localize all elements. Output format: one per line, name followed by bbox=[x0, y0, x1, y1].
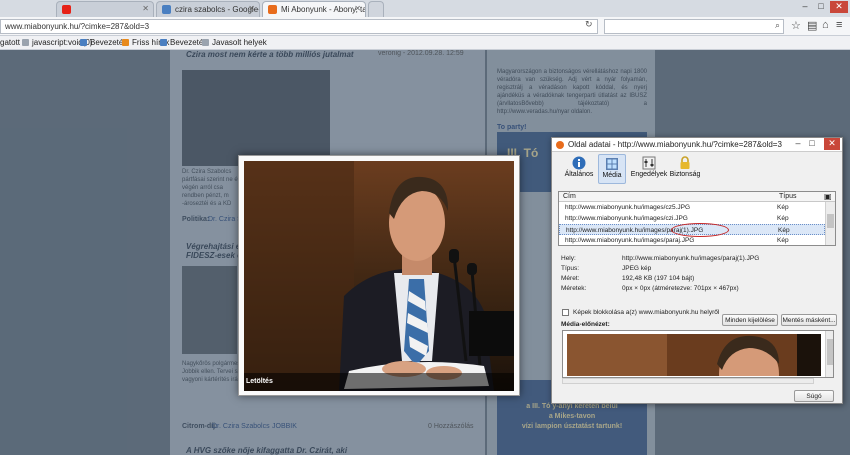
tab-security[interactable]: Biztonság bbox=[668, 154, 702, 184]
media-address: http://www.miabonyunk.hu/images/czi.JPG bbox=[565, 215, 688, 222]
media-type: Kép bbox=[777, 215, 789, 222]
close-dialog-icon[interactable]: ✕ bbox=[824, 138, 840, 150]
tab-label: Általános bbox=[564, 171, 594, 178]
search-icon[interactable]: ⌕ bbox=[775, 20, 780, 31]
help-button[interactable]: Súgó bbox=[794, 390, 834, 402]
media-address: http://www.miabonyunk.hu/images/paraj.JP… bbox=[565, 237, 695, 244]
bookmark-item[interactable]: gatott bbox=[0, 38, 20, 47]
tab-strip: ✕ czira szabolcs - Google-keresés ✕ Mi A… bbox=[0, 0, 850, 17]
search-input[interactable]: ⌕ bbox=[604, 19, 784, 34]
page-icon bbox=[202, 39, 209, 46]
scrollbar-thumb[interactable] bbox=[827, 214, 834, 228]
media-address: http://www.miabonyunk.hu/images/cz5.JPG bbox=[565, 204, 691, 211]
tab-label: Média bbox=[602, 172, 622, 179]
tab-label: Engedélyek bbox=[630, 171, 668, 178]
size-label: Méret: bbox=[561, 275, 580, 282]
bookmark-item[interactable]: Javasolt helyek bbox=[202, 38, 267, 47]
url-text: www.miabonyunk.hu/?cimke=287&old=3 bbox=[5, 22, 150, 31]
tab-general[interactable]: Általános bbox=[562, 154, 596, 184]
minimize-icon[interactable]: – bbox=[798, 1, 812, 13]
size-value: 192,48 KB (197 104 bájt) bbox=[622, 275, 695, 282]
media-icon bbox=[606, 158, 618, 170]
google-icon bbox=[162, 5, 171, 14]
media-list-header: Cím Típus ▣ bbox=[559, 192, 835, 202]
new-tab-button[interactable] bbox=[368, 1, 384, 17]
type-value: JPEG kép bbox=[622, 265, 652, 272]
tab-label: Mi Abonyunk - Abony, tabul... bbox=[281, 5, 365, 14]
media-type: Kép bbox=[777, 237, 789, 244]
tab-permissions[interactable]: Engedélyek bbox=[630, 154, 668, 184]
tab-label: Biztonság bbox=[669, 171, 701, 178]
firefox-icon bbox=[556, 141, 564, 149]
page-icon bbox=[160, 39, 167, 46]
bookmarks-icon[interactable]: ▤ bbox=[807, 19, 817, 32]
select-all-button[interactable]: Minden kijelölése bbox=[722, 314, 778, 326]
column-type[interactable]: Típus bbox=[779, 193, 797, 200]
media-list[interactable]: Cím Típus ▣ http://www.miabonyunk.hu/ima… bbox=[558, 191, 836, 246]
photo-man-reading bbox=[244, 161, 514, 391]
media-list-scrollbar[interactable] bbox=[825, 202, 835, 245]
url-bar[interactable]: www.miabonyunk.hu/?cimke=287&old=3 bbox=[0, 19, 598, 34]
block-images-checkbox[interactable] bbox=[562, 309, 569, 316]
tab-media[interactable]: Média bbox=[598, 154, 626, 184]
close-icon[interactable]: ✕ bbox=[354, 4, 361, 13]
bookmarks-bar: gatott javascript:void(0) Bevezetés Fris… bbox=[0, 36, 850, 50]
page-info-dialog: Oldal adatai - http://www.miabonyunk.hu/… bbox=[551, 137, 843, 404]
location-value: http://www.miabonyunk.hu/images/paraj(1)… bbox=[622, 255, 760, 262]
download-link[interactable]: Letöltés bbox=[246, 378, 273, 385]
miabonyunk-icon bbox=[268, 5, 277, 14]
media-type: Kép bbox=[778, 227, 790, 234]
reload-icon[interactable]: ↻ bbox=[585, 19, 593, 30]
media-row[interactable]: http://www.miabonyunk.hu/images/cz5.JPG … bbox=[559, 202, 825, 213]
tab-miabonyunk[interactable]: Mi Abonyunk - Abony, tabul... ✕ bbox=[262, 1, 366, 17]
block-images-label[interactable]: Képek blokkolása a(z) www.miabonyunk.hu … bbox=[573, 309, 719, 316]
star-icon[interactable]: ☆ bbox=[791, 19, 801, 32]
dialog-titlebar[interactable]: Oldal adatai - http://www.miabonyunk.hu/… bbox=[552, 138, 842, 152]
dialog-title: Oldal adatai - http://www.miabonyunk.hu/… bbox=[568, 140, 782, 149]
dialog-toolbar: Általános Média Engedélyek Biztonság bbox=[552, 152, 842, 186]
minimize-icon[interactable]: – bbox=[792, 138, 804, 148]
nav-bar: www.miabonyunk.hu/?cimke=287&old=3 ↻ ⌕ ☆… bbox=[0, 17, 850, 36]
youtube-icon bbox=[62, 5, 71, 14]
column-address[interactable]: Cím bbox=[563, 193, 576, 200]
save-as-button[interactable]: Mentés másként... bbox=[781, 314, 837, 326]
rss-icon bbox=[122, 39, 129, 46]
page-icon bbox=[22, 39, 29, 46]
preview-label: Média-előnézet: bbox=[561, 321, 610, 328]
menu-icon[interactable]: ≡ bbox=[836, 19, 842, 31]
bookmark-label: Javasolt helyek bbox=[212, 38, 267, 47]
home-icon[interactable]: ⌂ bbox=[822, 19, 829, 31]
maximize-icon[interactable]: □ bbox=[814, 1, 828, 13]
info-icon bbox=[572, 156, 586, 170]
dimensions-value: 0px × 0px (átméretezve: 701px × 467px) bbox=[622, 285, 739, 292]
type-label: Típus: bbox=[561, 265, 580, 272]
permissions-icon bbox=[642, 156, 656, 170]
close-window-icon[interactable]: ✕ bbox=[830, 1, 848, 13]
dimensions-label: Méretek: bbox=[561, 285, 587, 292]
lock-icon bbox=[680, 156, 690, 169]
media-preview bbox=[562, 330, 834, 378]
preview-horizontal-scrollbar[interactable] bbox=[562, 378, 814, 384]
preview-image bbox=[567, 334, 821, 376]
lightbox-image[interactable]: Letöltés bbox=[238, 155, 520, 396]
column-picker-icon[interactable]: ▣ bbox=[824, 192, 832, 201]
media-type: Kép bbox=[777, 204, 789, 211]
bookmark-item[interactable]: Bevezetés bbox=[80, 38, 127, 47]
tab-google[interactable]: czira szabolcs - Google-keresés ✕ bbox=[156, 1, 260, 17]
highlight-circle bbox=[671, 223, 729, 237]
tab-label: czira szabolcs - Google-keresés bbox=[175, 5, 260, 14]
page-icon bbox=[80, 39, 87, 46]
close-icon[interactable]: ✕ bbox=[142, 4, 149, 13]
location-label: Hely: bbox=[561, 255, 576, 262]
maximize-icon[interactable]: □ bbox=[806, 138, 818, 148]
bookmark-item[interactable]: Bevezetés bbox=[160, 38, 207, 47]
preview-scrollbar[interactable] bbox=[825, 331, 833, 377]
close-icon[interactable]: ✕ bbox=[248, 4, 255, 13]
tab-youtube[interactable]: ✕ bbox=[56, 1, 154, 17]
scrollbar-thumb[interactable] bbox=[827, 339, 833, 365]
